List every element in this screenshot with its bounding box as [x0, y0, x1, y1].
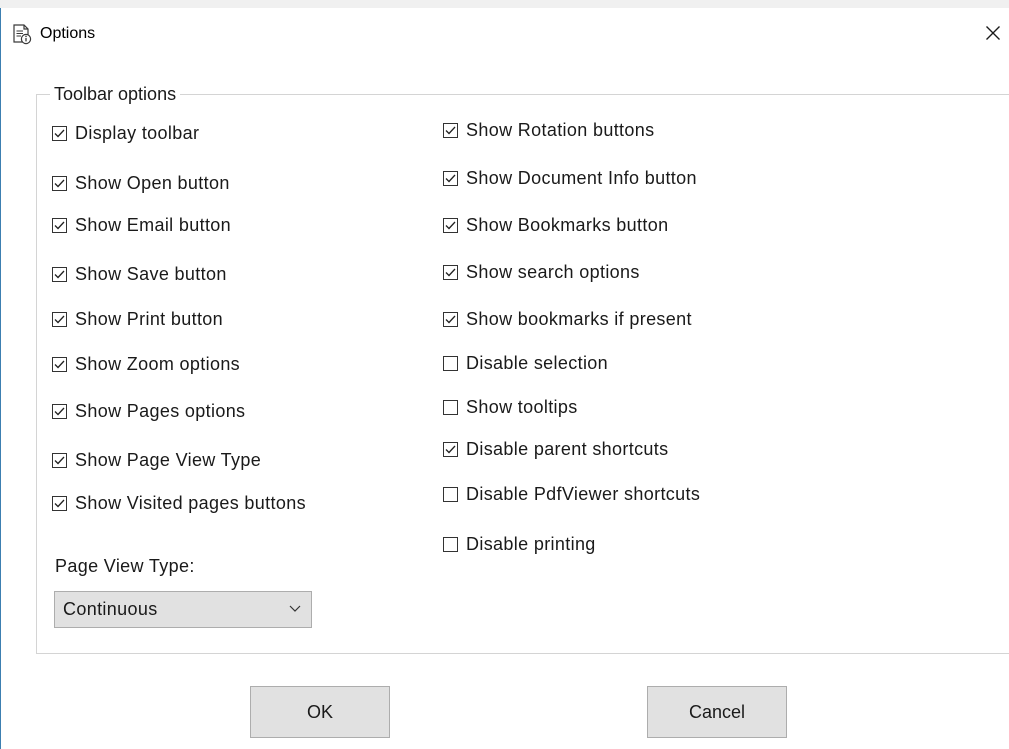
checkbox-show-print-button[interactable]: Show Print button [52, 308, 223, 330]
checkbox-label: Show Print button [75, 309, 224, 329]
checkbox-checked-icon[interactable] [52, 452, 67, 468]
window-edge [0, 8, 1, 749]
checkbox-label: Show Pages options [75, 401, 246, 421]
page-view-type-label: Page View Type: [55, 556, 195, 576]
checkbox-checked-icon[interactable] [52, 495, 67, 511]
close-icon [986, 26, 1000, 40]
cancel-button[interactable]: Cancel [647, 686, 787, 738]
checkbox-disable-parent-shortcuts[interactable]: Disable parent shortcuts [443, 438, 669, 460]
page-view-type-select[interactable]: Continuous [54, 591, 312, 628]
checkbox-label: Show Rotation buttons [466, 120, 655, 140]
checkbox-label: Show bookmarks if present [466, 309, 692, 329]
toolbar-options-legend: Toolbar options [50, 83, 181, 105]
checkbox-disable-selection[interactable]: Disable selection [443, 352, 608, 374]
checkbox-label: Disable printing [466, 534, 596, 554]
checkbox-label: Show Visited pages buttons [75, 493, 306, 513]
checkbox-show-save-button[interactable]: Show Save button [52, 263, 227, 285]
checkbox-unchecked-icon[interactable] [443, 536, 458, 552]
checkbox-label: Show Zoom options [75, 354, 241, 374]
checkbox-show-email-button[interactable]: Show Email button [52, 214, 231, 236]
ok-button[interactable]: OK [250, 686, 390, 738]
checkbox-label: Show Page View Type [75, 450, 262, 470]
checkbox-show-pages-options[interactable]: Show Pages options [52, 400, 245, 422]
checkbox-show-open-button[interactable]: Show Open button [52, 172, 230, 194]
checkbox-show-bookmarks-if-present[interactable]: Show bookmarks if present [443, 308, 692, 330]
checkbox-checked-icon[interactable] [443, 217, 458, 233]
checkbox-show-rotation-buttons[interactable]: Show Rotation buttons [443, 119, 654, 141]
close-button[interactable] [978, 18, 1008, 48]
checkbox-unchecked-icon[interactable] [443, 399, 458, 415]
checkbox-checked-icon[interactable] [52, 356, 67, 372]
checkbox-checked-icon[interactable] [443, 311, 458, 327]
page-view-type-value: Continuous [63, 599, 158, 619]
checkbox-label: Show Save button [75, 264, 227, 284]
checkbox-label: Show Email button [75, 215, 232, 235]
checkbox-checked-icon[interactable] [52, 403, 67, 419]
checkbox-checked-icon[interactable] [443, 122, 458, 138]
checkbox-disable-pdfviewer-shortcuts[interactable]: Disable PdfViewer shortcuts [443, 483, 700, 505]
checkbox-show-document-info-button[interactable]: Show Document Info button [443, 167, 697, 189]
checkbox-label: Show search options [466, 262, 640, 282]
checkbox-show-visited-pages-buttons[interactable]: Show Visited pages buttons [52, 492, 306, 514]
checkbox-checked-icon[interactable] [52, 311, 67, 327]
checkbox-label: Display toolbar [75, 123, 200, 143]
checkbox-disable-printing[interactable]: Disable printing [443, 533, 596, 555]
checkbox-show-zoom-options[interactable]: Show Zoom options [52, 353, 240, 375]
checkbox-checked-icon[interactable] [443, 264, 458, 280]
checkbox-checked-icon[interactable] [52, 125, 67, 141]
checkbox-show-bookmarks-button[interactable]: Show Bookmarks button [443, 214, 668, 236]
checkbox-checked-icon[interactable] [52, 266, 67, 282]
title-bar-strip [0, 0, 1009, 8]
checkbox-label: Show tooltips [466, 397, 578, 417]
checkbox-show-tooltips[interactable]: Show tooltips [443, 396, 578, 418]
checkbox-show-search-options[interactable]: Show search options [443, 261, 640, 283]
options-dialog: Options Toolbar options Display toolbar S… [0, 0, 1009, 749]
checkbox-label: Disable PdfViewer shortcuts [466, 484, 701, 504]
checkbox-display-toolbar[interactable]: Display toolbar [52, 122, 199, 144]
document-info-icon [11, 23, 33, 45]
checkbox-checked-icon[interactable] [443, 170, 458, 186]
checkbox-checked-icon[interactable] [52, 217, 67, 233]
checkbox-show-page-view-type[interactable]: Show Page View Type [52, 449, 261, 471]
checkbox-checked-icon[interactable] [52, 175, 67, 191]
chevron-down-icon [289, 605, 301, 612]
checkbox-label: Disable parent shortcuts [466, 439, 669, 459]
checkbox-unchecked-icon[interactable] [443, 486, 458, 502]
checkbox-label: Show Bookmarks button [466, 215, 669, 235]
checkbox-label: Disable selection [466, 353, 609, 373]
checkbox-label: Show Document Info button [466, 168, 697, 188]
checkbox-checked-icon[interactable] [443, 441, 458, 457]
checkbox-label: Show Open button [75, 173, 230, 193]
checkbox-unchecked-icon[interactable] [443, 355, 458, 371]
window-title: Options [40, 25, 96, 42]
